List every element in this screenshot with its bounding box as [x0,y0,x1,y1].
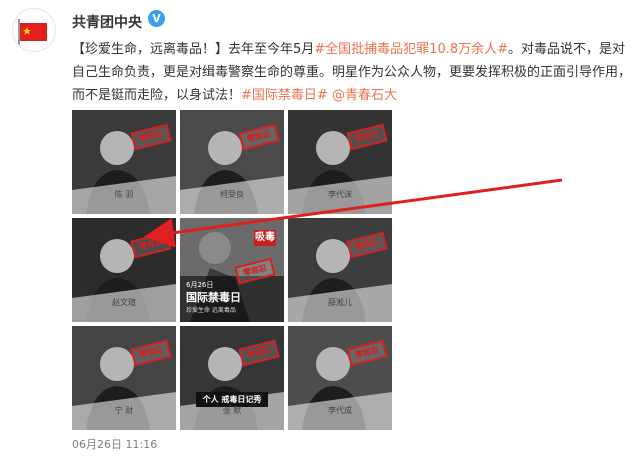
image-caption: 李代成 [328,406,352,415]
grid-image-4[interactable]: 零容忍 赵文瑄 [72,218,176,322]
verified-badge-icon: V [148,10,165,27]
grid-image-3[interactable]: 零容忍 李代沫 [288,110,392,214]
post-timestamp[interactable]: 06月26日 11:16 [72,436,157,452]
grid-image-1[interactable]: 零容忍陈 羽 [72,110,176,214]
grid-image-2[interactable]: 零容忍 柯受良 [180,110,284,214]
post-link[interactable]: #国际禁毒日# [241,88,328,103]
promo-side-text: 吸毒 [254,230,276,246]
promo-subtitle: 珍爱生命 远离毒品 [186,307,236,314]
flag-avatar-icon [18,19,47,47]
image-caption: 陈 羽 [114,190,134,199]
account-name[interactable]: 共青团中央 [72,12,142,32]
promo-title: 国际禁毒日 [186,291,241,304]
image-caption: 宁 财 [114,406,134,415]
post-text: 【珍爱生命，远离毒品！】去年至今年5月#全国批捕毒品犯罪10.8万余人#。对毒品… [72,38,632,107]
image-caption: 薛淞儿 [328,298,352,307]
grid-image-7[interactable]: 零容忍宁 财 [72,326,176,430]
post-link[interactable]: @青春石大 [332,88,397,103]
post-link[interactable]: #全国批捕毒品犯罪10.8万余人# [314,42,508,57]
grid-image-8[interactable]: 零容忍 个人 戒毒日记秀张 默 [180,326,284,430]
image-caption: 柯受良 [220,190,244,199]
image-caption: 赵文瑄 [112,298,136,307]
image-caption: 张 默 [222,406,242,415]
post-text-segment: 【珍爱生命，远离毒品！】去年至今年5月 [72,42,315,57]
grid-image-5[interactable]: 吸毒 零容忍 6月26日 国际禁毒日 珍爱生命 远离毒品 [180,218,284,322]
avatar[interactable] [12,8,56,52]
grid-image-9[interactable]: 零容忍 李代成 [288,326,392,430]
grid-image-6[interactable]: 零容忍 薛淞儿 [288,218,392,322]
image-caption: 李代沫 [328,190,352,199]
